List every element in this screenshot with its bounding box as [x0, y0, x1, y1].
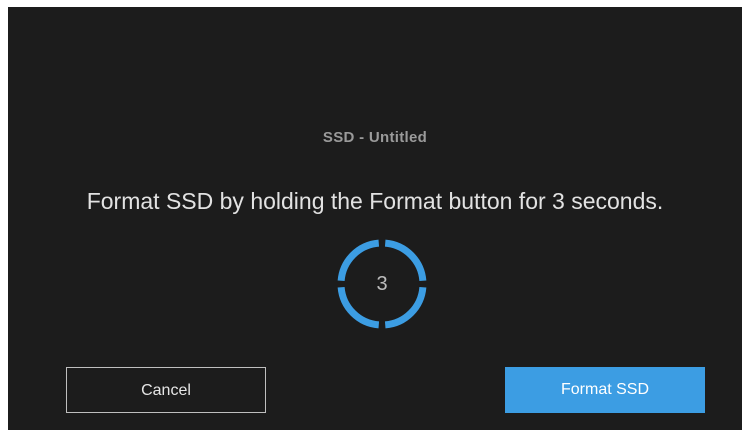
page-frame: SSD - Untitled Format SSD by holding the…	[0, 0, 750, 430]
drive-name-label: SSD - Untitled	[322, 129, 428, 146]
countdown-value: 3	[376, 273, 388, 295]
format-dialog: SSD - Untitled Format SSD by holding the…	[8, 7, 742, 430]
format-instruction-text: Format SSD by holding the Format button …	[86, 188, 664, 214]
format-ssd-button[interactable]: Format SSD	[505, 367, 705, 413]
cancel-button[interactable]: Cancel	[66, 367, 266, 413]
countdown-indicator: 3	[334, 236, 430, 332]
